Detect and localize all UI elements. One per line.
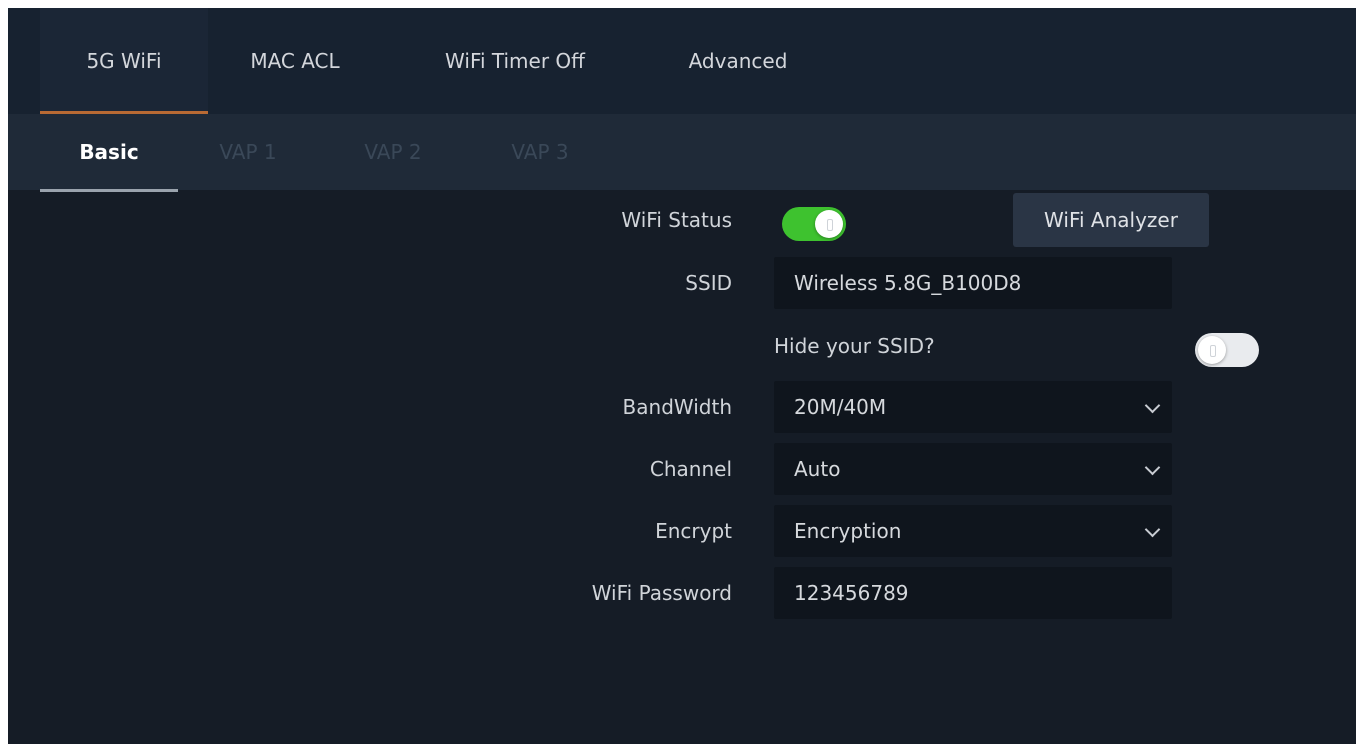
tab-basic[interactable]: Basic: [40, 114, 178, 192]
tab-vap-2[interactable]: VAP 2: [353, 114, 433, 190]
channel-value: Auto: [794, 457, 841, 481]
wifi-password-value: 123456789: [794, 581, 909, 605]
ssid-input[interactable]: Wireless 5.8G_B100D8: [774, 257, 1172, 309]
toggle-knob: [815, 210, 843, 238]
channel-select[interactable]: Auto: [774, 443, 1172, 495]
bandwidth-value: 20M/40M: [794, 395, 887, 419]
wifi-password-input[interactable]: 123456789: [774, 567, 1172, 619]
main-tab-bar: 5G WiFi MAC ACL WiFi Timer Off Advanced: [8, 8, 1356, 114]
tab-advanced[interactable]: Advanced: [668, 8, 808, 114]
wifi-status-label: WiFi Status: [621, 208, 732, 232]
hide-ssid-label: Hide your SSID?: [774, 334, 935, 358]
tab-vap-3[interactable]: VAP 3: [500, 114, 580, 190]
tab-wifi-timer-off[interactable]: WiFi Timer Off: [420, 8, 610, 114]
tab-5g-wifi[interactable]: 5G WiFi: [40, 8, 208, 114]
channel-label: Channel: [649, 457, 732, 481]
bandwidth-label: BandWidth: [622, 395, 732, 419]
ssid-label: SSID: [685, 271, 732, 295]
chevron-down-icon: [1144, 459, 1161, 476]
chevron-down-icon: [1144, 521, 1161, 538]
encrypt-label: Encrypt: [655, 519, 732, 543]
chevron-down-icon: [1144, 397, 1161, 414]
toggle-knob: [1198, 336, 1226, 364]
wifi-analyzer-button[interactable]: WiFi Analyzer: [1013, 193, 1209, 247]
wifi-settings-panel: 5G WiFi MAC ACL WiFi Timer Off Advanced …: [8, 8, 1356, 744]
tab-vap-1[interactable]: VAP 1: [208, 114, 288, 190]
bandwidth-select[interactable]: 20M/40M: [774, 381, 1172, 433]
hide-ssid-toggle[interactable]: [1195, 333, 1259, 367]
ssid-value: Wireless 5.8G_B100D8: [794, 271, 1022, 295]
encrypt-value: Encryption: [794, 519, 902, 543]
wifi-status-toggle[interactable]: [782, 207, 846, 241]
encrypt-select[interactable]: Encryption: [774, 505, 1172, 557]
sub-tab-bar: Basic VAP 1 VAP 2 VAP 3: [8, 114, 1356, 192]
wifi-password-label: WiFi Password: [591, 581, 732, 605]
tab-mac-acl[interactable]: MAC ACL: [230, 8, 360, 114]
